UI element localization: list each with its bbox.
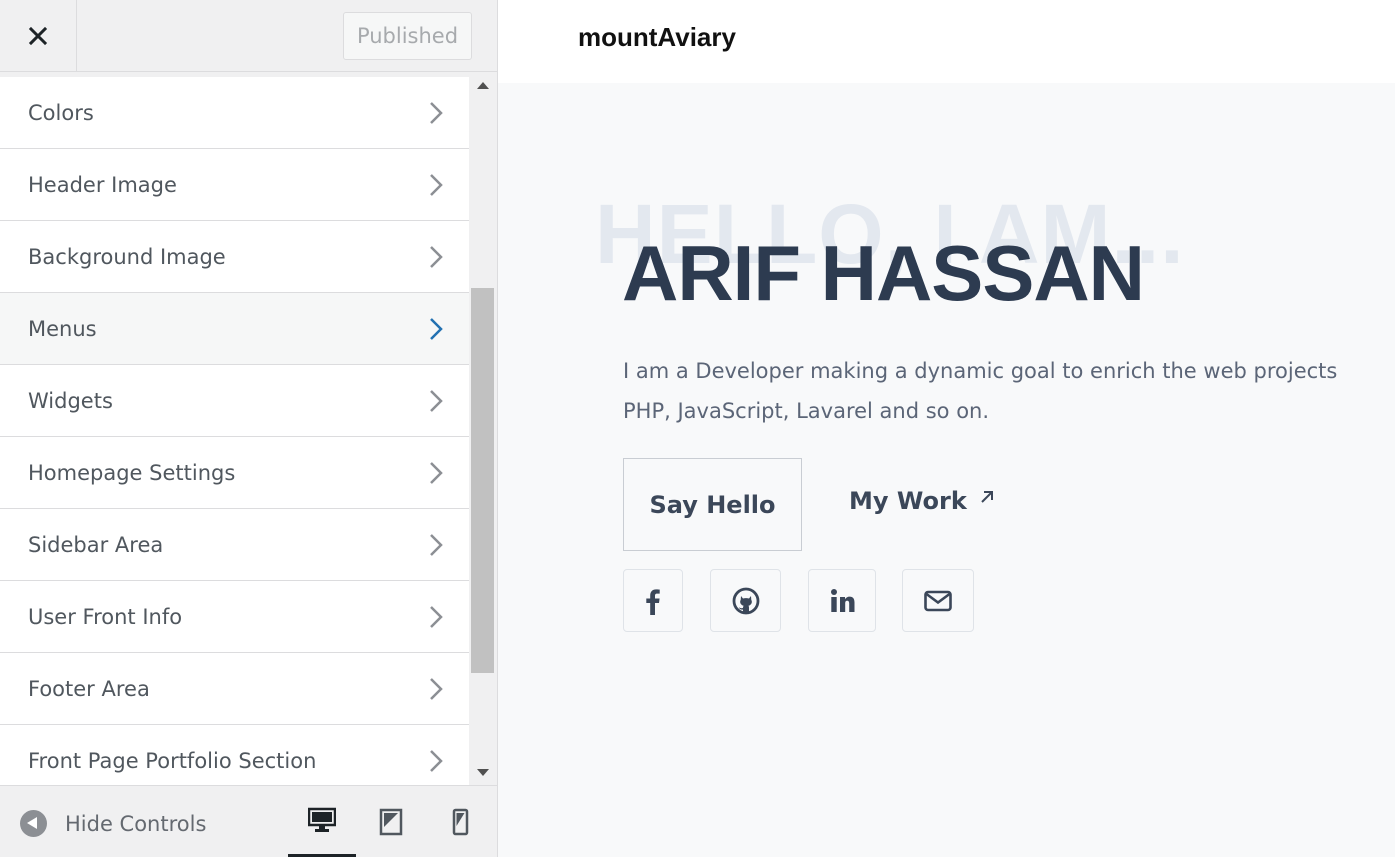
hero-description-line: I am a Developer making a dynamic goal t…	[623, 359, 1338, 383]
my-work-label: My Work	[849, 487, 967, 515]
chevron-right-icon	[430, 317, 443, 340]
panel-item-user-front-info[interactable]: User Front Info	[0, 581, 469, 653]
scroll-down-arrow-icon[interactable]	[477, 769, 489, 776]
say-hello-button[interactable]: Say Hello	[623, 458, 802, 551]
email-link[interactable]	[902, 569, 974, 632]
panel-item-label: Footer Area	[28, 676, 150, 701]
panel-item-label: Sidebar Area	[28, 532, 164, 557]
hide-controls-button[interactable]: Hide Controls	[20, 810, 206, 837]
chevron-right-icon	[430, 389, 443, 412]
panel-item-header-image[interactable]: Header Image	[0, 149, 469, 221]
chevron-right-icon	[430, 605, 443, 628]
panel-item-sidebar-area[interactable]: Sidebar Area	[0, 509, 469, 581]
email-icon	[924, 590, 952, 611]
customizer-panel-list: Colors Header Image Background Image Men…	[0, 77, 469, 785]
panel-item-label: Widgets	[28, 388, 113, 413]
panel-item-homepage-settings[interactable]: Homepage Settings	[0, 437, 469, 509]
close-icon	[28, 26, 48, 45]
sidebar-header: Published	[0, 0, 497, 72]
chevron-right-icon	[430, 533, 443, 556]
close-customizer-button[interactable]	[0, 0, 77, 71]
panel-item-menus[interactable]: Menus	[0, 293, 469, 365]
panel-item-widgets[interactable]: Widgets	[0, 365, 469, 437]
chevron-right-icon	[430, 749, 443, 772]
panel-item-label: Background Image	[28, 244, 226, 269]
linkedin-link[interactable]	[808, 569, 876, 632]
chevron-right-icon	[430, 677, 443, 700]
scroll-up-arrow-icon[interactable]	[477, 82, 489, 89]
hide-controls-label: Hide Controls	[65, 811, 207, 836]
panel-item-label: User Front Info	[28, 604, 183, 629]
my-work-link[interactable]: My Work	[849, 487, 995, 515]
published-button[interactable]: Published	[343, 12, 472, 60]
tablet-icon	[379, 808, 403, 835]
panel-item-label: Colors	[28, 100, 94, 125]
github-icon	[732, 587, 759, 614]
github-link[interactable]	[710, 569, 781, 632]
desktop-icon	[308, 807, 336, 832]
site-preview: mountAviary HELLO, I AM... ARIF HASSAN I…	[498, 0, 1395, 857]
panel-item-label: Menus	[28, 316, 97, 341]
preview-mobile-button[interactable]	[426, 786, 494, 857]
panel-item-label: Homepage Settings	[28, 460, 236, 485]
hero-name: ARIF HASSAN	[622, 229, 1145, 317]
sidebar-footer: Hide Controls	[0, 785, 497, 857]
panel-item-footer-area[interactable]: Footer Area	[0, 653, 469, 725]
facebook-link[interactable]	[623, 569, 683, 632]
arrow-up-right-icon	[981, 491, 993, 503]
site-title[interactable]: mountAviary	[578, 22, 736, 53]
panel-item-background-image[interactable]: Background Image	[0, 221, 469, 293]
panel-item-label: Header Image	[28, 172, 177, 197]
linkedin-icon	[831, 588, 855, 612]
chevron-right-icon	[430, 461, 443, 484]
collapse-arrow-icon	[20, 810, 47, 837]
site-header: mountAviary	[498, 0, 1395, 83]
chevron-right-icon	[430, 101, 443, 124]
preview-tablet-button[interactable]	[357, 786, 425, 857]
panel-item-front-page-portfolio-section[interactable]: Front Page Portfolio Section	[0, 725, 469, 785]
panel-item-label: Front Page Portfolio Section	[28, 748, 317, 773]
hero-description: I am a Developer making a dynamic goal t…	[623, 351, 1395, 431]
mobile-icon	[452, 808, 469, 835]
hero-description-line: PHP, JavaScript, Lavarel and so on.	[623, 399, 990, 423]
panel-scrollbar[interactable]	[469, 77, 497, 785]
panel-item-colors[interactable]: Colors	[0, 77, 469, 149]
preview-desktop-button[interactable]	[288, 786, 356, 857]
scrollbar-thumb[interactable]	[471, 288, 494, 673]
chevron-right-icon	[430, 173, 443, 196]
facebook-icon	[646, 588, 660, 615]
customizer-sidebar: Published Colors Header Image Background…	[0, 0, 498, 857]
chevron-right-icon	[430, 245, 443, 268]
